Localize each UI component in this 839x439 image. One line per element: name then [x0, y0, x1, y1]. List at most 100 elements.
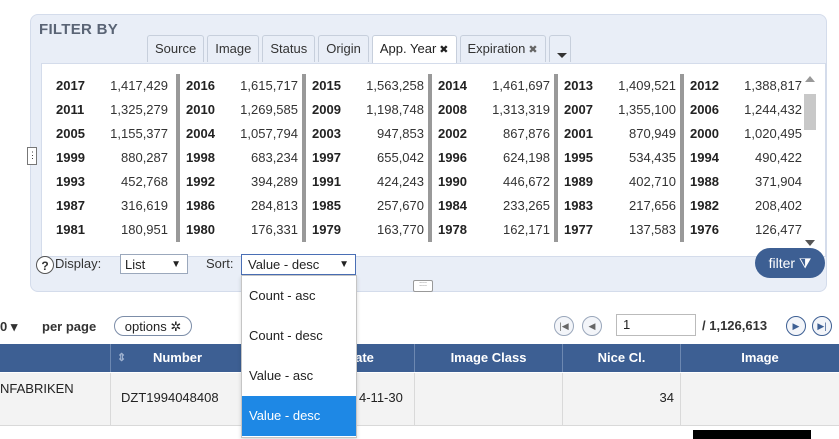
- year-facet-item[interactable]: 2001 870,949: [554, 122, 680, 146]
- year-facet-item[interactable]: 2015 1,563,258: [302, 74, 428, 98]
- year-label: 1993: [56, 174, 85, 189]
- table-row[interactable]: NFABRIKEN DZT1994048408 4-11-30 34: [0, 373, 839, 426]
- scroll-thumb[interactable]: [804, 94, 816, 130]
- year-facet-item[interactable]: 2005 1,155,377: [50, 122, 176, 146]
- year-label: 2007: [554, 98, 594, 122]
- next-page-icon[interactable]: ▶: [786, 316, 806, 336]
- year-label: 2017: [56, 78, 85, 93]
- sort-option-count-asc[interactable]: Count - asc: [242, 276, 356, 316]
- year-facet-item[interactable]: 1976 126,477: [680, 218, 806, 242]
- cell-number[interactable]: DZT1994048408: [110, 373, 244, 425]
- year-grid-row: 1981 180,951 1980 176,331 1979 163,770 1978 162…: [50, 218, 806, 242]
- last-page-icon[interactable]: ▶|: [812, 316, 832, 336]
- year-facet-item[interactable]: 2003 947,853: [302, 122, 428, 146]
- resize-handle-icon[interactable]: ::::: [413, 280, 433, 292]
- year-facet-item[interactable]: 1995 534,435: [554, 146, 680, 170]
- column-header-name[interactable]: [0, 344, 110, 372]
- year-label: 2016: [176, 74, 216, 98]
- year-facet-item[interactable]: 2013 1,409,521: [554, 74, 680, 98]
- year-facet-item[interactable]: 1989 402,710: [554, 170, 680, 194]
- year-facet-item[interactable]: 2002 867,876: [428, 122, 554, 146]
- year-facet-item[interactable]: 1978 162,171: [428, 218, 554, 242]
- sort-option-count-desc[interactable]: Count - desc: [242, 316, 356, 356]
- scroll-down-icon[interactable]: [805, 240, 815, 246]
- filter-panel: FILTER BY Source Image Status Origin App…: [27, 14, 827, 292]
- year-facet-item[interactable]: 2011 1,325,279: [50, 98, 176, 122]
- sort-select[interactable]: Value - desc ▼: [241, 254, 356, 275]
- year-facet-item[interactable]: 1986 284,813: [176, 194, 302, 218]
- column-header-image[interactable]: Image: [680, 344, 839, 372]
- year-count: 452,768: [121, 174, 168, 189]
- year-grid-row: 1993 452,768 1992 394,289 1991 424,243 1990 446…: [50, 170, 806, 194]
- column-header-image-class[interactable]: Image Class: [414, 344, 562, 372]
- year-facet-item[interactable]: 1992 394,289: [176, 170, 302, 194]
- sort-label: Sort:: [206, 256, 234, 271]
- tab-image[interactable]: Image: [207, 35, 260, 62]
- year-facet-item[interactable]: 2004 1,057,794: [176, 122, 302, 146]
- year-facet-item[interactable]: 1993 452,768: [50, 170, 176, 194]
- tab-source[interactable]: Source: [147, 35, 205, 62]
- display-label: Display:: [55, 256, 102, 271]
- year-facet-item[interactable]: 1987 316,619: [50, 194, 176, 218]
- year-facet-item[interactable]: 1988 371,904: [680, 170, 806, 194]
- year-facet-item[interactable]: 1984 233,265: [428, 194, 554, 218]
- year-label: 2014: [428, 74, 468, 98]
- page-number-input[interactable]: 1: [616, 314, 696, 336]
- scroll-up-icon[interactable]: [805, 76, 815, 82]
- year-label: 2003: [302, 122, 342, 146]
- per-page-select[interactable]: 0 ▾: [0, 319, 17, 335]
- display-select[interactable]: List ▼: [120, 254, 188, 274]
- year-facet-item[interactable]: 2017 1,417,429: [50, 74, 176, 98]
- scrollbar[interactable]: [803, 72, 817, 246]
- tab-origin[interactable]: Origin: [318, 35, 369, 62]
- year-facet-item[interactable]: 1980 176,331: [176, 218, 302, 242]
- year-facet-item[interactable]: 1990 446,672: [428, 170, 554, 194]
- sort-option-value-asc[interactable]: Value - asc: [242, 356, 356, 396]
- year-facet-item[interactable]: 2016 1,615,717: [176, 74, 302, 98]
- year-facet-item[interactable]: 1996 624,198: [428, 146, 554, 170]
- help-icon[interactable]: ?: [36, 256, 54, 274]
- year-label: 1996: [428, 146, 468, 170]
- year-facet-item[interactable]: 2000 1,020,495: [680, 122, 806, 146]
- year-facet-item[interactable]: 1982 208,402: [680, 194, 806, 218]
- sort-option-value-desc[interactable]: Value - desc: [242, 396, 356, 436]
- year-facet-item[interactable]: 1981 180,951: [50, 218, 176, 242]
- year-facet-item[interactable]: 1998 683,234: [176, 146, 302, 170]
- year-facet-item[interactable]: 1991 424,243: [302, 170, 428, 194]
- year-facet-item[interactable]: 2006 1,244,432: [680, 98, 806, 122]
- year-label: 2010: [176, 98, 216, 122]
- year-grid-row: 2011 1,325,279 2010 1,269,585 2009 1,198,748 2…: [50, 98, 806, 122]
- drag-handle-icon[interactable]: ⋮: [27, 147, 37, 165]
- year-facet-item[interactable]: 2010 1,269,585: [176, 98, 302, 122]
- tab-status[interactable]: Status: [262, 35, 316, 62]
- close-icon[interactable]: ✖: [439, 44, 448, 56]
- tab-app-year[interactable]: App. Year ✖: [371, 35, 457, 64]
- year-facet-item[interactable]: 1985 257,670: [302, 194, 428, 218]
- year-facet-item[interactable]: 1997 655,042: [302, 146, 428, 170]
- tab-more-dropdown[interactable]: [548, 35, 571, 62]
- filter-button[interactable]: filter ⧩: [755, 248, 825, 278]
- year-label: 2004: [176, 122, 216, 146]
- year-label: 1987: [56, 198, 85, 213]
- year-facet-item[interactable]: 1983 217,656: [554, 194, 680, 218]
- column-header-number[interactable]: ⇕ Number: [110, 344, 244, 372]
- year-facet-item[interactable]: 2007 1,355,100: [554, 98, 680, 122]
- year-facet-item[interactable]: 1977 137,583: [554, 218, 680, 242]
- year-facet-item[interactable]: 1999 880,287: [50, 146, 176, 170]
- year-label: 1986: [176, 194, 216, 218]
- year-facet-item[interactable]: 2012 1,388,817: [680, 74, 806, 98]
- year-count: 402,710: [629, 174, 676, 189]
- year-facet-item[interactable]: 1979 163,770: [302, 218, 428, 242]
- year-count: 1,155,377: [110, 126, 168, 141]
- cell-nice-class: 34: [562, 373, 680, 425]
- close-icon[interactable]: ✖: [528, 44, 537, 56]
- year-facet-item[interactable]: 2014 1,461,697: [428, 74, 554, 98]
- year-facet-item[interactable]: 1994 490,422: [680, 146, 806, 170]
- prev-page-icon[interactable]: ◀: [582, 316, 602, 336]
- first-page-icon[interactable]: |◀: [554, 316, 574, 336]
- column-header-nice-class[interactable]: Nice Cl.: [562, 344, 680, 372]
- options-button[interactable]: options ✲: [114, 316, 192, 336]
- year-facet-item[interactable]: 2009 1,198,748: [302, 98, 428, 122]
- year-facet-item[interactable]: 2008 1,313,319: [428, 98, 554, 122]
- tab-expiration[interactable]: Expiration ✖: [459, 35, 546, 62]
